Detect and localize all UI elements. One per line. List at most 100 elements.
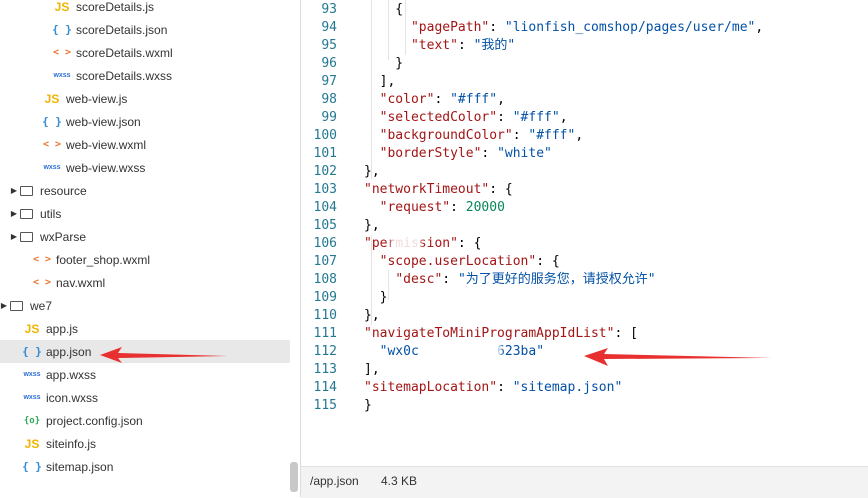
- tree-item[interactable]: ▶ wxParse: [0, 225, 290, 248]
- line-number: 98: [321, 92, 337, 107]
- code-line[interactable]: 93 {: [301, 1, 868, 19]
- tree-item[interactable]: < > web-view.wxml: [0, 133, 290, 156]
- code-text: "color": "#fff",: [364, 91, 505, 109]
- code-line[interactable]: 101 "borderStyle": "white": [301, 145, 868, 163]
- code-line[interactable]: 103 "networkTimeout": {: [301, 181, 868, 199]
- code-text: "scope.userLocation": {: [364, 253, 560, 271]
- tree-item-label: utils: [40, 206, 62, 221]
- tree-item[interactable]: wxss web-view.wxss: [0, 156, 290, 179]
- chevron-right-icon[interactable]: ▶: [0, 301, 10, 310]
- wxml-file-icon: < >: [52, 47, 72, 58]
- tree-item[interactable]: JS scoreDetails.js: [0, 0, 290, 18]
- line-number: 95: [321, 38, 337, 53]
- code-line[interactable]: 114 "sitemapLocation": "sitemap.json": [301, 379, 868, 397]
- tree-item-label: resource: [40, 183, 87, 198]
- tree-item-label: app.json: [46, 344, 92, 359]
- code-line[interactable]: 97 ],: [301, 73, 868, 91]
- chevron-right-icon[interactable]: ▶: [8, 186, 20, 195]
- code-editor[interactable]: 93 {94 "pagePath": "lionfish_comshop/pag…: [301, 0, 868, 466]
- code-line[interactable]: 104 "request": 20000: [301, 199, 868, 217]
- line-number: 114: [313, 380, 337, 395]
- chevron-right-icon[interactable]: ▶: [8, 209, 20, 218]
- tree-item-label: app.wxss: [46, 367, 97, 382]
- tree-item[interactable]: {o} project.config.json: [0, 409, 290, 432]
- tree-item-label: project.config.json: [46, 413, 143, 428]
- code-line[interactable]: 108 "desc": "为了更好的服务您，请授权允许": [301, 271, 868, 289]
- code-token: : [: [614, 326, 638, 341]
- tree-item[interactable]: ▶ we7: [0, 294, 290, 317]
- tree-item[interactable]: { } scoreDetails.json: [0, 18, 290, 41]
- code-line[interactable]: 110},: [301, 307, 868, 325]
- code-text: {: [364, 1, 403, 19]
- line-number: 112: [313, 344, 337, 359]
- code-line[interactable]: 96 }: [301, 55, 868, 73]
- line-number: 108: [313, 272, 337, 287]
- code-token: ,: [575, 128, 584, 143]
- tree-item[interactable]: ▶ resource: [0, 179, 290, 202]
- tree-item[interactable]: { } web-view.json: [0, 110, 290, 133]
- line-number: 97: [321, 74, 337, 89]
- indent-guide: [388, 270, 389, 300]
- code-line[interactable]: 102},: [301, 163, 868, 181]
- code-line[interactable]: 98 "color": "#fff",: [301, 91, 868, 109]
- code-text: }: [364, 397, 372, 415]
- js-file-icon: JS: [54, 0, 70, 14]
- code-text: "text": "我的": [364, 37, 515, 55]
- code-line[interactable]: 111 "navigateToMiniProgramAppIdList": [: [301, 325, 868, 343]
- code-token: :: [457, 38, 474, 53]
- code-line[interactable]: 107 "scope.userLocation": {: [301, 253, 868, 271]
- code-token: ],: [364, 74, 396, 89]
- line-number: 106: [313, 236, 337, 251]
- code-line[interactable]: 99 "selectedColor": "#fff",: [301, 109, 868, 127]
- folder-icon: [20, 185, 33, 196]
- code-token: "borderStyle": [379, 146, 482, 161]
- code-line[interactable]: 109 }: [301, 289, 868, 307]
- line-number: 100: [313, 128, 337, 143]
- code-line[interactable]: 100 "backgroundColor": "#fff",: [301, 127, 868, 145]
- code-token: : {: [457, 236, 482, 251]
- tree-item-label: app.js: [46, 321, 79, 336]
- code-token: "#fff": [512, 110, 560, 125]
- code-line[interactable]: 115}: [301, 397, 868, 415]
- code-token: "color": [379, 92, 435, 107]
- tree-item[interactable]: < > footer_shop.wxml: [0, 248, 290, 271]
- tree-item[interactable]: wxss scoreDetails.wxss: [0, 64, 290, 87]
- code-line[interactable]: 106 "permission": {: [301, 235, 868, 253]
- code-text: "desc": "为了更好的服务您，请授权允许": [364, 271, 656, 289]
- line-number: 94: [321, 20, 337, 35]
- sidebar-scrollbar[interactable]: [290, 462, 298, 492]
- code-line[interactable]: 105},: [301, 217, 868, 235]
- tree-item[interactable]: { } sitemap.json: [0, 455, 290, 478]
- code-token: "sitemap.json": [512, 380, 623, 395]
- code-token: :: [450, 200, 466, 215]
- indent-guide: [371, 0, 372, 180]
- code-token: :: [497, 110, 513, 125]
- code-token: :: [442, 272, 458, 287]
- code-token: "white": [497, 146, 552, 161]
- tree-item[interactable]: ▶ utils: [0, 202, 290, 225]
- tree-item[interactable]: < > nav.wxml: [0, 271, 290, 294]
- code-token: :: [489, 20, 505, 35]
- js-file-icon: JS: [24, 321, 40, 336]
- code-token: "为了更好的服务您，请授权允许": [457, 272, 656, 287]
- code-line[interactable]: 95 "text": "我的": [301, 37, 868, 55]
- tree-item[interactable]: wxss icon.wxss: [0, 386, 290, 409]
- code-token: "pagePath": [410, 20, 490, 35]
- wxss-file-icon: wxss: [53, 72, 71, 79]
- line-number: 110: [313, 308, 337, 323]
- tree-item-label: footer_shop.wxml: [56, 252, 151, 267]
- code-token: "selectedColor": [379, 110, 498, 125]
- code-text: }: [364, 55, 403, 73]
- tree-item[interactable]: wxss app.wxss: [0, 363, 290, 386]
- tree-item-label: web-view.wxml: [66, 137, 147, 152]
- tree-item[interactable]: JS app.js: [0, 317, 290, 340]
- code-line[interactable]: 94 "pagePath": "lionfish_comshop/pages/u…: [301, 19, 868, 37]
- tree-item[interactable]: JS siteinfo.js: [0, 432, 290, 455]
- tree-item[interactable]: JS web-view.js: [0, 87, 290, 110]
- chevron-right-icon[interactable]: ▶: [8, 232, 20, 241]
- code-token: 20000: [465, 200, 505, 215]
- tree-item[interactable]: < > scoreDetails.wxml: [0, 41, 290, 64]
- wxml-file-icon: < >: [42, 139, 62, 150]
